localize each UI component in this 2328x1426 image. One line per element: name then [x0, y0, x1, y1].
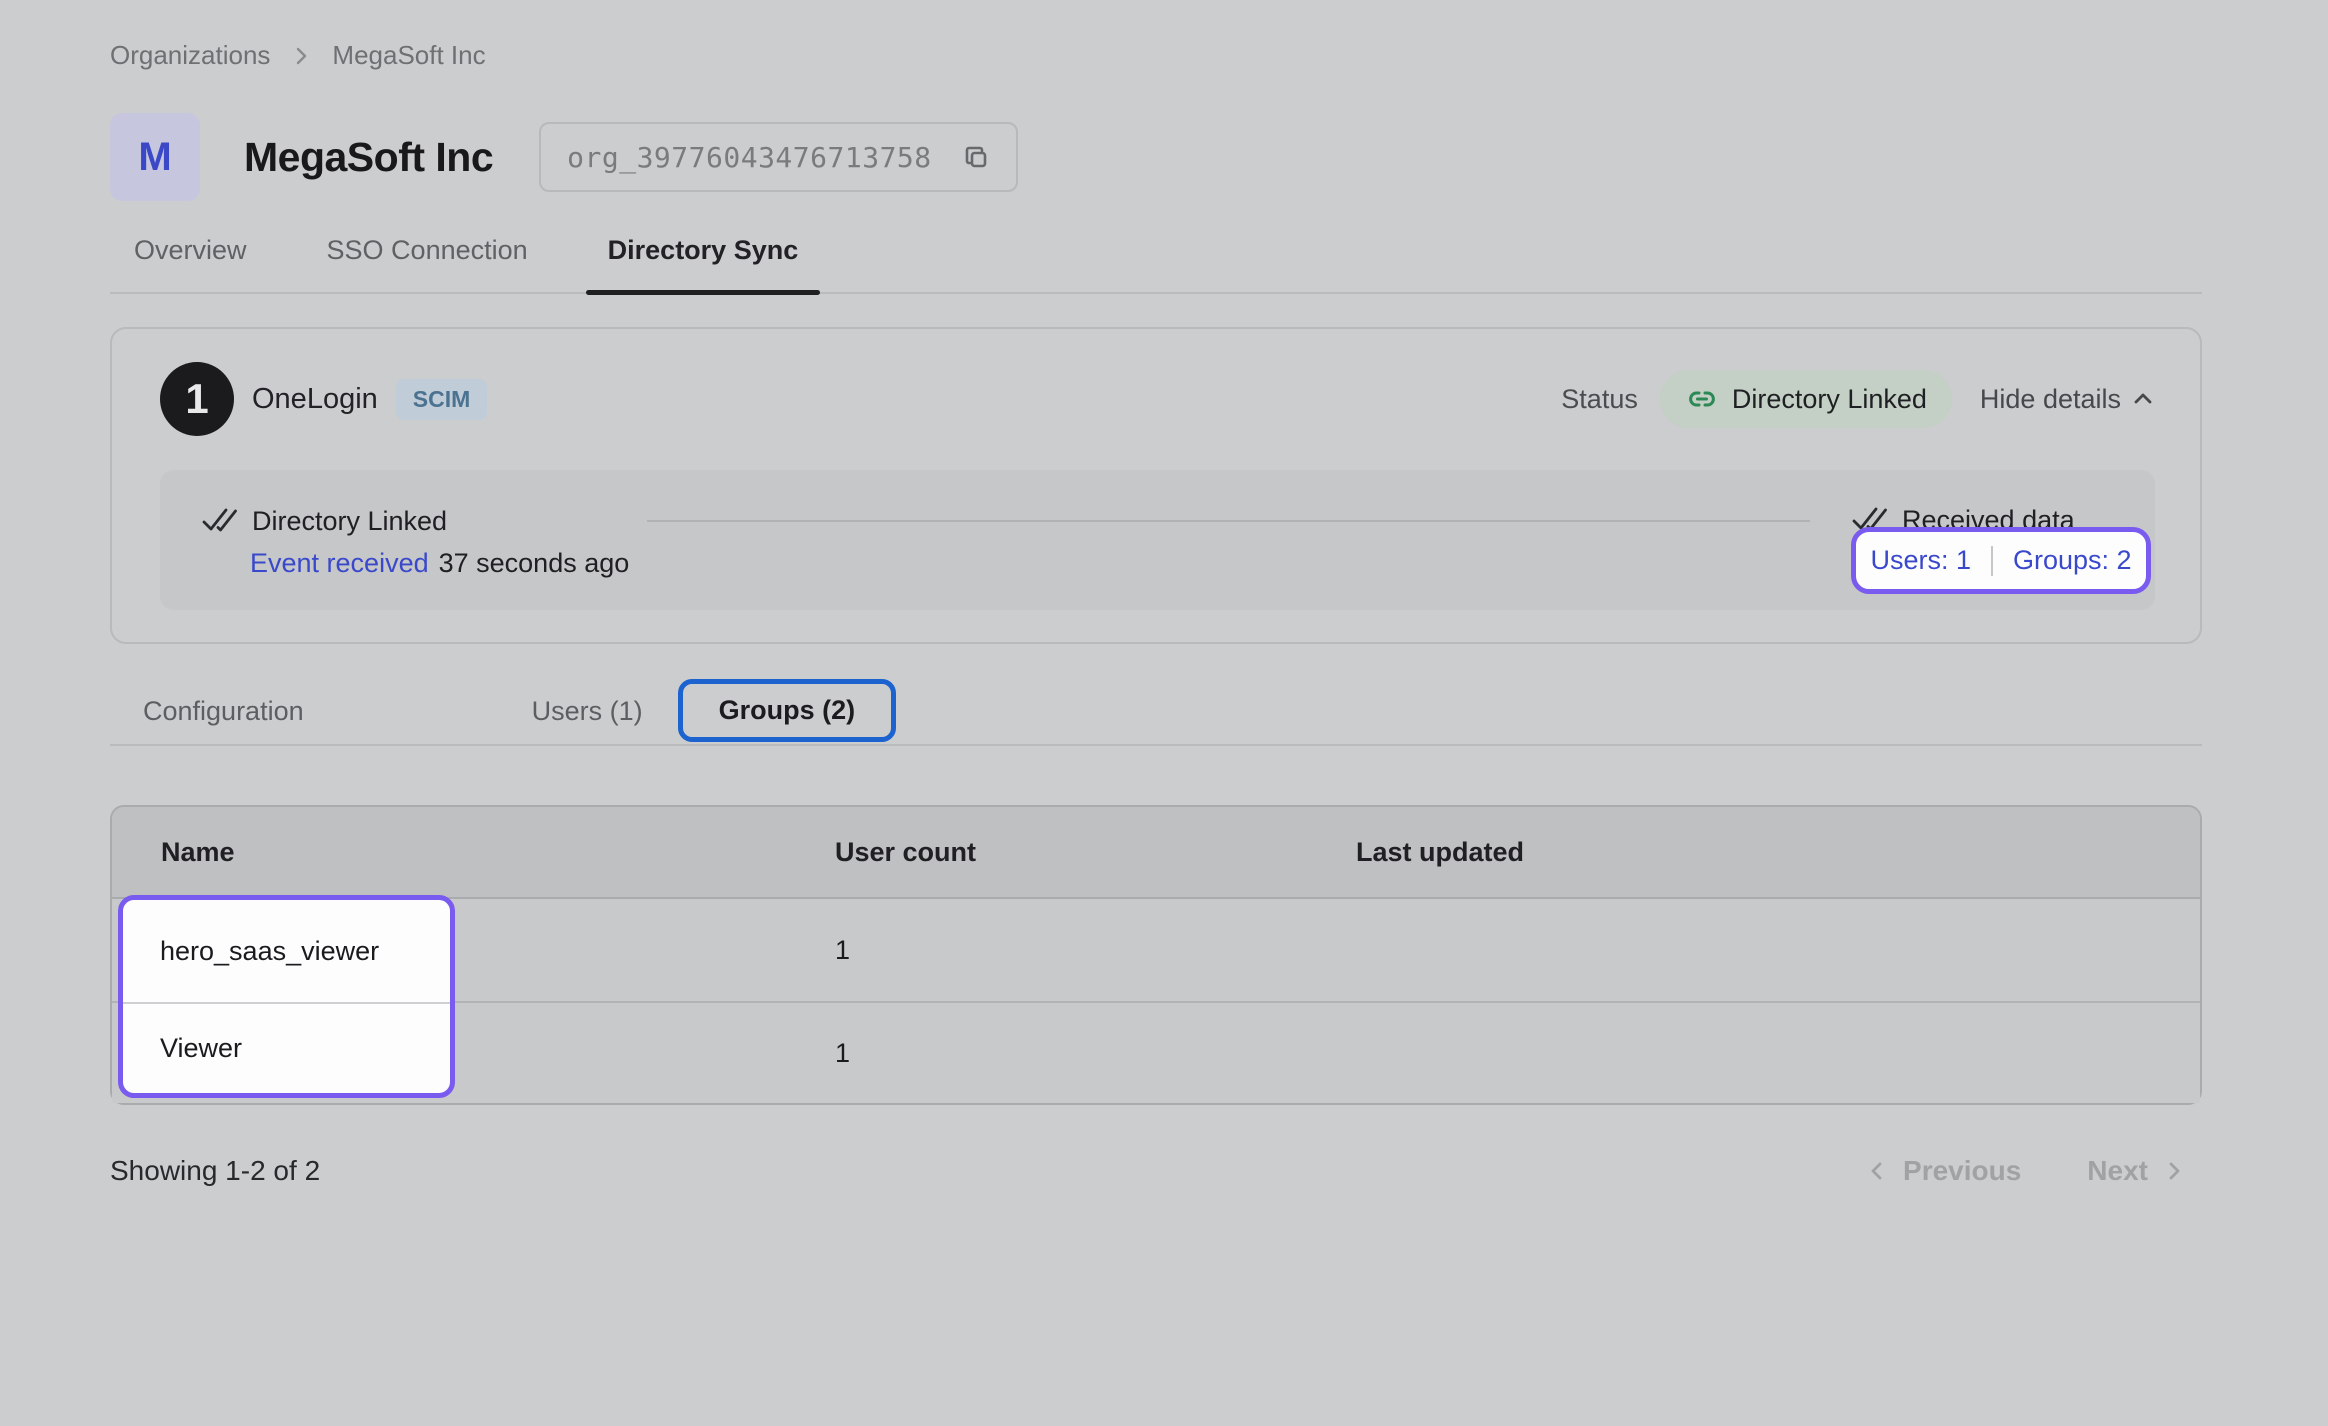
scim-badge: SCIM [396, 379, 488, 420]
org-id-chip: org_39776043476713758 [539, 122, 1018, 192]
onelogin-logo-icon: 1 [160, 362, 234, 436]
hide-details-button[interactable]: Hide details [1980, 384, 2155, 415]
tab-users[interactable]: Users (1) [532, 696, 643, 727]
chevron-right-icon [290, 45, 312, 67]
count-separator [1991, 546, 1993, 576]
org-id-value: org_39776043476713758 [567, 141, 932, 174]
column-header-name: Name [112, 837, 835, 868]
cell-user-count: 1 [835, 935, 1356, 966]
directory-sub-tabs: Configuration Users (1) Groups (2) [110, 678, 2202, 746]
tab-directory-sync[interactable]: Directory Sync [608, 235, 799, 292]
chevron-right-icon [2162, 1159, 2186, 1183]
status-label: Status [1561, 384, 1638, 415]
previous-label: Previous [1903, 1155, 2021, 1187]
page: Organizations MegaSoft Inc M MegaSoft In… [0, 0, 2328, 1426]
next-label: Next [2087, 1155, 2148, 1187]
timeline-step-directory-linked: Directory Linked Event received 37 secon… [201, 504, 629, 610]
column-header-user-count: User count [835, 837, 1356, 868]
group-names-annotation: hero_saas_viewer Viewer [118, 895, 455, 1098]
cell-name[interactable]: Viewer [123, 1004, 450, 1093]
panel-header-right: Status Directory Linked Hide details [1561, 370, 2155, 428]
org-header: M MegaSoft Inc org_39776043476713758 [110, 113, 2202, 201]
page-title: MegaSoft Inc [244, 134, 493, 181]
tab-sso-connection[interactable]: SSO Connection [327, 235, 528, 292]
chevron-up-icon [2131, 387, 2155, 411]
breadcrumb-current-org: MegaSoft Inc [332, 40, 485, 71]
cell-user-count: 1 [835, 1038, 1356, 1069]
provider-name: OneLogin [252, 383, 378, 416]
copy-icon [958, 139, 994, 175]
sync-timeline: Directory Linked Event received 37 secon… [160, 470, 2155, 610]
breadcrumb-organizations[interactable]: Organizations [110, 40, 270, 71]
avatar: M [110, 113, 200, 201]
event-time: 37 seconds ago [439, 548, 630, 579]
breadcrumb: Organizations MegaSoft Inc [110, 40, 2202, 71]
next-button[interactable]: Next [2087, 1155, 2186, 1187]
copy-button[interactable] [958, 139, 994, 175]
directory-sync-panel: 1 OneLogin SCIM Status Directory Linked [110, 327, 2202, 644]
tab-groups[interactable]: Groups (2) [719, 695, 856, 726]
table-footer: Showing 1-2 of 2 Previous Next [110, 1155, 2202, 1187]
hide-details-label: Hide details [1980, 384, 2121, 415]
column-header-last-updated: Last updated [1356, 837, 2200, 868]
cell-name[interactable]: hero_saas_viewer [123, 900, 450, 1002]
timeline-step-received-data: Received data Users: 1 Groups: 2 [1851, 503, 2151, 594]
chevron-left-icon [1865, 1159, 1889, 1183]
timeline-step-title: Directory Linked [252, 506, 447, 537]
tab-overview[interactable]: Overview [134, 235, 247, 292]
double-check-icon [201, 506, 238, 536]
status-badge: Directory Linked [1660, 370, 1952, 428]
users-count-link[interactable]: Users: 1 [1870, 545, 1971, 576]
results-summary: Showing 1-2 of 2 [110, 1155, 320, 1187]
groups-table: Name User count Last updated 1 1 hero_sa… [110, 805, 2202, 1105]
received-counts-annotation: Users: 1 Groups: 2 [1851, 527, 2151, 594]
previous-button[interactable]: Previous [1865, 1155, 2021, 1187]
tab-configuration[interactable]: Configuration [143, 696, 304, 727]
event-received-link[interactable]: Event received [250, 548, 429, 579]
table-header-row: Name User count Last updated [112, 807, 2200, 899]
status-value: Directory Linked [1732, 384, 1927, 415]
panel-header: 1 OneLogin SCIM Status Directory Linked [160, 362, 2155, 436]
pagination: Previous Next [1865, 1155, 2186, 1187]
tab-groups-annotation[interactable]: Groups (2) [678, 679, 897, 742]
groups-count-link[interactable]: Groups: 2 [2013, 545, 2132, 576]
main-tabs: Overview SSO Connection Directory Sync [110, 235, 2202, 294]
timeline-connector [647, 520, 1810, 522]
link-icon [1685, 382, 1719, 416]
